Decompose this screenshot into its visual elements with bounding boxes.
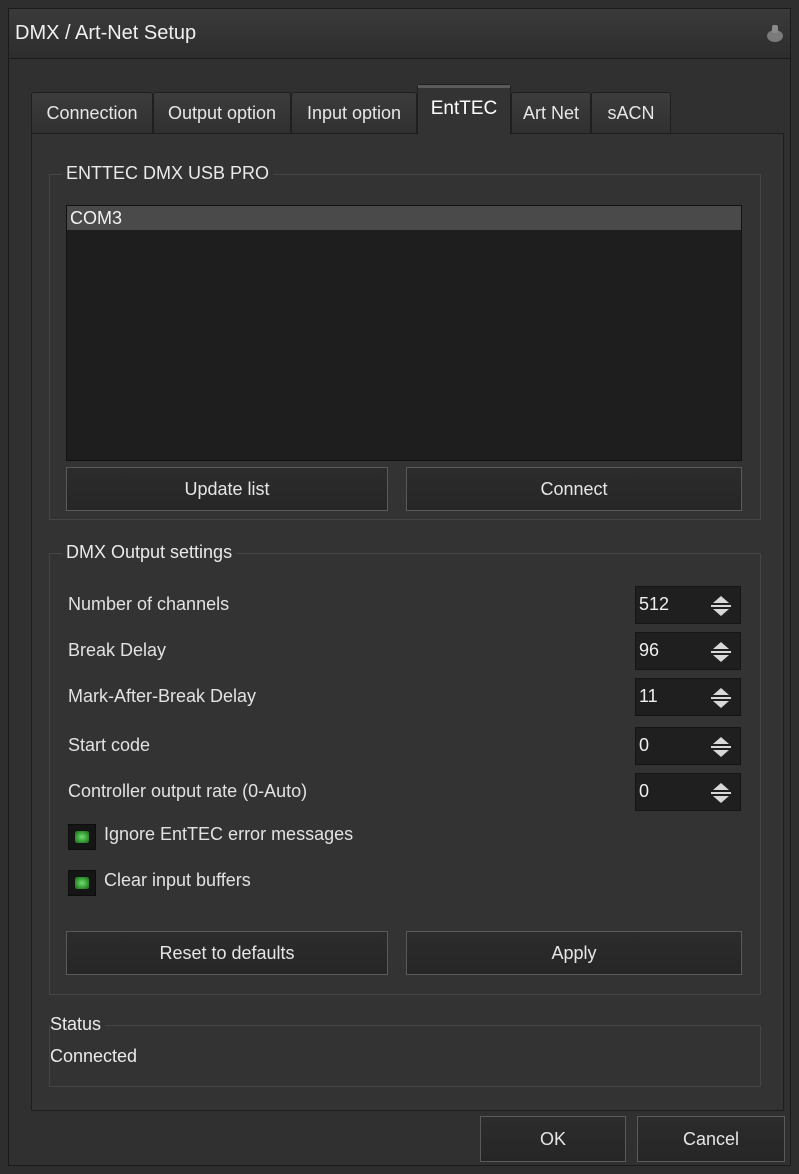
mab-delay-spinbox[interactable]: 11	[635, 678, 741, 716]
checked-led-icon	[75, 877, 89, 889]
start-code-value[interactable]: 0	[639, 735, 649, 756]
tab-art-net[interactable]: Art Net	[511, 92, 591, 134]
title-bar[interactable]: DMX / Art-Net Setup	[9, 9, 790, 59]
window-title: DMX / Art-Net Setup	[15, 22, 197, 44]
device-group-title: ENTTEC DMX USB PRO	[62, 163, 274, 184]
enttec-tab-panel: ENTTEC DMX USB PRO COM3 Update list Conn…	[31, 133, 784, 1111]
connect-button[interactable]: Connect	[406, 467, 742, 511]
output-rate-spinbox[interactable]: 0	[635, 773, 741, 811]
break-delay-label: Break Delay	[68, 640, 167, 660]
status-group: Status Connected	[49, 1014, 761, 1087]
spin-arrows-icon[interactable]	[708, 593, 734, 619]
port-listbox[interactable]: COM3	[66, 205, 742, 461]
ignore-errors-label[interactable]: Ignore EntTEC error messages	[104, 824, 353, 845]
spin-arrows-icon[interactable]	[708, 734, 734, 760]
break-delay-spinbox[interactable]: 96	[635, 632, 741, 670]
reset-defaults-button[interactable]: Reset to defaults	[66, 931, 388, 975]
dmx-setup-dialog: DMX / Art-Net Setup Connection Output op…	[8, 8, 791, 1166]
output-rate-value[interactable]: 0	[639, 781, 649, 802]
tab-input-option[interactable]: Input option	[291, 92, 417, 134]
tab-sacn[interactable]: sACN	[591, 92, 671, 134]
start-code-label: Start code	[68, 735, 151, 755]
cancel-button[interactable]: Cancel	[637, 1116, 785, 1162]
tab-enttec-label: EntTEC	[430, 98, 498, 119]
channels-value[interactable]: 512	[639, 594, 669, 615]
clear-buffers-checkbox[interactable]	[68, 870, 96, 896]
spin-arrows-icon[interactable]	[708, 685, 734, 711]
mab-delay-value[interactable]: 11	[639, 686, 658, 707]
enttec-device-group: ENTTEC DMX USB PRO COM3 Update list Conn…	[49, 163, 761, 520]
tab-connection[interactable]: Connection	[31, 92, 153, 134]
tab-output-option[interactable]: Output option	[153, 92, 291, 134]
status-group-title: Status	[50, 1014, 106, 1035]
output-group-title: DMX Output settings	[62, 542, 237, 563]
break-delay-value[interactable]: 96	[639, 640, 659, 661]
dmx-output-settings-group: DMX Output settings Number of channels 5…	[49, 542, 761, 995]
active-tab-indicator	[418, 85, 510, 88]
mab-delay-label: Mark-After-Break Delay	[68, 686, 257, 706]
channels-spinbox[interactable]: 512	[635, 586, 741, 624]
tab-enttec[interactable]: EntTEC	[417, 84, 511, 135]
clear-buffers-label[interactable]: Clear input buffers	[104, 870, 251, 891]
ok-button[interactable]: OK	[480, 1116, 626, 1162]
update-list-button[interactable]: Update list	[66, 467, 388, 511]
spin-arrows-icon[interactable]	[708, 639, 734, 665]
checked-led-icon	[75, 831, 89, 843]
port-list-item[interactable]: COM3	[67, 206, 741, 230]
apply-button[interactable]: Apply	[406, 931, 742, 975]
start-code-spinbox[interactable]: 0	[635, 727, 741, 765]
channels-label: Number of channels	[68, 594, 230, 614]
status-value: Connected	[50, 1046, 138, 1066]
spin-arrows-icon[interactable]	[708, 780, 734, 806]
ignore-errors-checkbox[interactable]	[68, 824, 96, 850]
output-rate-label: Controller output rate (0-Auto)	[68, 781, 308, 801]
pin-icon[interactable]	[766, 23, 784, 43]
